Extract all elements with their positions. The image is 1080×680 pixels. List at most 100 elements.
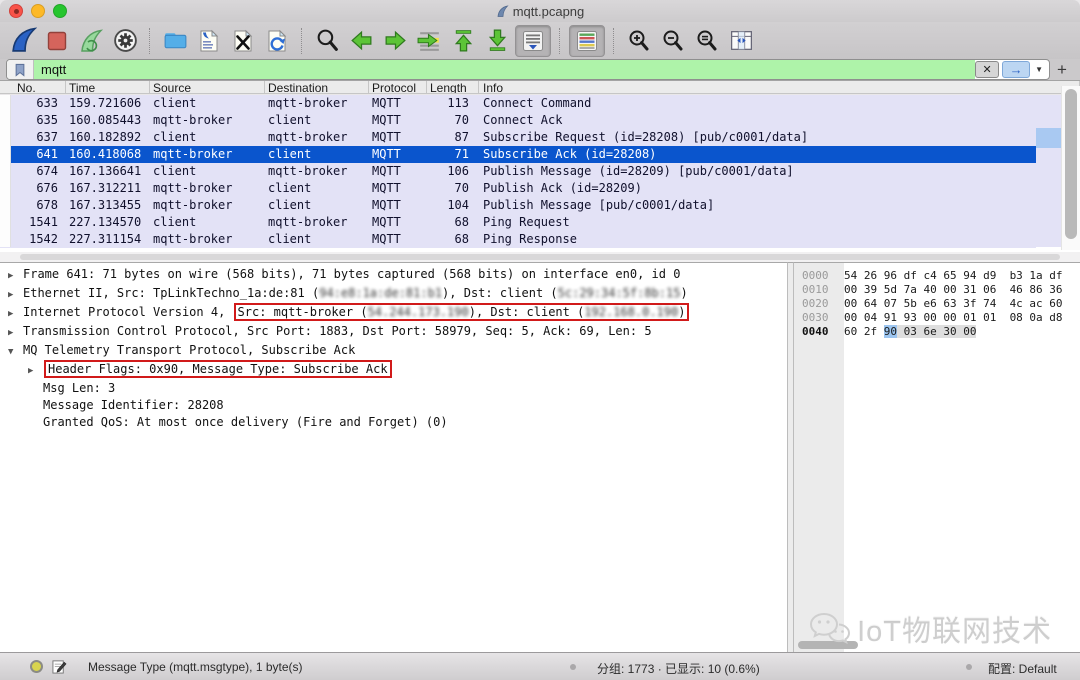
go-to-last-packet-icon[interactable] xyxy=(481,26,513,56)
detail-tree-item[interactable]: ▶Frame 641: 71 bytes on wire (568 bits),… xyxy=(0,266,787,285)
column-header-info[interactable]: Info xyxy=(479,81,1080,93)
hex-offset: 0000 xyxy=(794,269,844,283)
hex-row[interactable]: 003000 04 91 93 00 00 01 01 08 0a d8 xyxy=(794,311,1080,325)
capture-options-icon[interactable] xyxy=(109,26,141,56)
packet-row[interactable]: 635160.085443mqtt-brokerclientMQTT70Conn… xyxy=(0,112,1036,129)
zoom-out-icon[interactable] xyxy=(657,26,689,56)
detail-tree-item[interactable]: ▶Internet Protocol Version 4, Src: mqtt-… xyxy=(0,304,787,323)
packet-detail-pane[interactable]: ▶Frame 641: 71 bytes on wire (568 bits),… xyxy=(0,262,788,652)
go-to-packet-icon[interactable] xyxy=(413,26,445,56)
stop-capture-icon[interactable] xyxy=(41,26,73,56)
close-file-icon[interactable] xyxy=(227,26,259,56)
expand-arrow-icon[interactable]: ▼ xyxy=(8,344,23,361)
packet-row[interactable]: 678167.313455mqtt-brokerclientMQTT104Pub… xyxy=(0,197,1036,214)
splitter-handle[interactable] xyxy=(20,254,1060,260)
cell-source: client xyxy=(150,214,265,231)
hex-row[interactable]: 000054 26 96 df c4 65 94 d9 b3 1a df xyxy=(794,269,1080,283)
collapse-arrow-icon[interactable]: ▶ xyxy=(8,268,23,285)
packet-row[interactable]: 637160.182892clientmqtt-brokerMQTT87Subs… xyxy=(0,129,1036,146)
column-header-no[interactable]: No. xyxy=(10,81,66,93)
hex-row[interactable]: 001000 39 5d 7a 40 00 31 06 46 86 36 xyxy=(794,283,1080,297)
filter-dropdown-caret-icon[interactable]: ▼ xyxy=(1035,65,1043,74)
cell-info: Publish Message (id=28209) [pub/c0001/da… xyxy=(479,163,1036,180)
collapse-arrow-icon[interactable]: ▶ xyxy=(8,325,23,342)
detail-tree-item[interactable]: Granted QoS: At most once delivery (Fire… xyxy=(0,414,787,431)
profile-status[interactable]: 配置: Default xyxy=(988,660,1057,677)
detail-tree-item[interactable]: ▶Header Flags: 0x90, Message Type: Subsc… xyxy=(0,361,787,380)
detail-text: ) xyxy=(680,286,687,300)
cell-info: Publish Ack (id=28209) xyxy=(479,180,1036,197)
collapse-arrow-icon[interactable]: ▶ xyxy=(8,306,23,323)
collapse-arrow-icon[interactable]: ▶ xyxy=(28,363,43,380)
column-header-source[interactable]: Source xyxy=(150,81,265,93)
go-forward-icon[interactable] xyxy=(379,26,411,56)
detail-tree-item[interactable]: Message Identifier: 28208 xyxy=(0,397,787,414)
toolbar-separator xyxy=(301,28,303,54)
cell-protocol: MQTT xyxy=(369,214,427,231)
scrollbar-thumb[interactable] xyxy=(1065,89,1077,239)
start-capture-icon[interactable] xyxy=(7,26,39,56)
detail-tree-item[interactable]: ▼MQ Telemetry Transport Protocol, Subscr… xyxy=(0,342,787,361)
find-packet-icon[interactable] xyxy=(311,26,343,56)
filter-clear-icon[interactable]: ✕ xyxy=(975,61,999,78)
column-header-length[interactable]: Length xyxy=(427,81,479,93)
packet-row[interactable]: 1541227.134570clientmqtt-brokerMQTT68Pin… xyxy=(0,214,1036,231)
colorize-packets-icon[interactable] xyxy=(569,25,605,57)
save-file-icon[interactable] xyxy=(193,26,225,56)
zoom-in-icon[interactable] xyxy=(623,26,655,56)
hex-hscrollbar-thumb[interactable] xyxy=(798,641,858,649)
cell-destination: client xyxy=(265,180,369,197)
hex-rows: 000054 26 96 df c4 65 94 d9 b3 1a df0010… xyxy=(794,263,1080,339)
expert-info-icon[interactable] xyxy=(30,660,43,673)
intelligent-scrollbar-minimap[interactable] xyxy=(1036,95,1062,247)
restart-capture-icon[interactable] xyxy=(75,26,107,56)
filter-add-button[interactable]: + xyxy=(1050,60,1074,80)
column-header-time[interactable]: Time xyxy=(66,81,150,93)
filter-apply-icon[interactable]: → xyxy=(1002,61,1030,78)
packet-row[interactable]: 1542227.311154mqtt-brokerclientMQTT68Pin… xyxy=(0,231,1036,248)
packet-list-header[interactable]: No.TimeSourceDestinationProtocolLengthIn… xyxy=(0,80,1080,94)
cell-source: client xyxy=(150,163,265,180)
packet-list-scrollbar[interactable] xyxy=(1061,86,1080,250)
packet-row[interactable]: 641160.418068mqtt-brokerclientMQTT71Subs… xyxy=(0,146,1036,163)
packet-row[interactable]: 674167.136641clientmqtt-brokerMQTT106Pub… xyxy=(0,163,1036,180)
collapse-arrow-icon[interactable]: ▶ xyxy=(8,287,23,304)
redacted-text: 192.168.0.190 xyxy=(584,305,678,319)
detail-tree-item[interactable]: Msg Len: 3 xyxy=(0,380,787,397)
display-filter-field[interactable]: mqtt ✕ → ▼ xyxy=(6,59,1050,80)
packet-bytes-pane[interactable]: 000054 26 96 df c4 65 94 d9 b3 1a df0010… xyxy=(793,262,1080,652)
go-back-icon[interactable] xyxy=(345,26,377,56)
cell-length: 71 xyxy=(427,146,479,163)
cell-info: Ping Request xyxy=(479,214,1036,231)
resize-columns-icon[interactable] xyxy=(725,26,757,56)
cell-time: 167.136641 xyxy=(66,163,150,180)
detail-text: Ethernet II, Src: TpLinkTechno_1a:de:81 … xyxy=(23,286,319,300)
cell-source: mqtt-broker xyxy=(150,112,265,129)
reload-file-icon[interactable] xyxy=(261,26,293,56)
filter-input[interactable]: mqtt xyxy=(34,60,975,79)
go-to-first-packet-icon[interactable] xyxy=(447,26,479,56)
detail-tree-item[interactable]: ▶Transmission Control Protocol, Src Port… xyxy=(0,323,787,342)
detail-tree-item[interactable]: ▶Ethernet II, Src: TpLinkTechno_1a:de:81… xyxy=(0,285,787,304)
statusbar-dot xyxy=(966,664,972,670)
auto-scroll-icon[interactable] xyxy=(515,25,551,57)
cell-destination: mqtt-broker xyxy=(265,95,369,112)
filter-bookmark-icon[interactable] xyxy=(7,60,34,79)
open-file-icon[interactable] xyxy=(159,26,191,56)
detail-text: ), Dst: client ( xyxy=(469,305,585,319)
cell-time: 159.721606 xyxy=(66,95,150,112)
hex-row[interactable]: 004060 2f 90 03 6e 30 00 xyxy=(794,325,1080,339)
packet-row[interactable]: 633159.721606clientmqtt-brokerMQTT113Con… xyxy=(0,95,1036,112)
title-bar: mqtt.pcapng xyxy=(0,0,1080,22)
detail-text: Msg Len: 3 xyxy=(43,381,115,395)
column-header-protocol[interactable]: Protocol xyxy=(369,81,427,93)
detail-text: MQ Telemetry Transport Protocol, Subscri… xyxy=(23,343,355,357)
pane-splitter[interactable] xyxy=(0,252,1080,262)
packet-list: 633159.721606clientmqtt-brokerMQTT113Con… xyxy=(0,95,1080,252)
column-header-destination[interactable]: Destination xyxy=(265,81,369,93)
cell-source: client xyxy=(150,129,265,146)
zoom-normal-icon[interactable] xyxy=(691,26,723,56)
packet-row[interactable]: 676167.312211mqtt-brokerclientMQTT70Publ… xyxy=(0,180,1036,197)
capture-comment-icon[interactable] xyxy=(52,659,67,677)
hex-row[interactable]: 002000 64 07 5b e6 63 3f 74 4c ac 60 xyxy=(794,297,1080,311)
